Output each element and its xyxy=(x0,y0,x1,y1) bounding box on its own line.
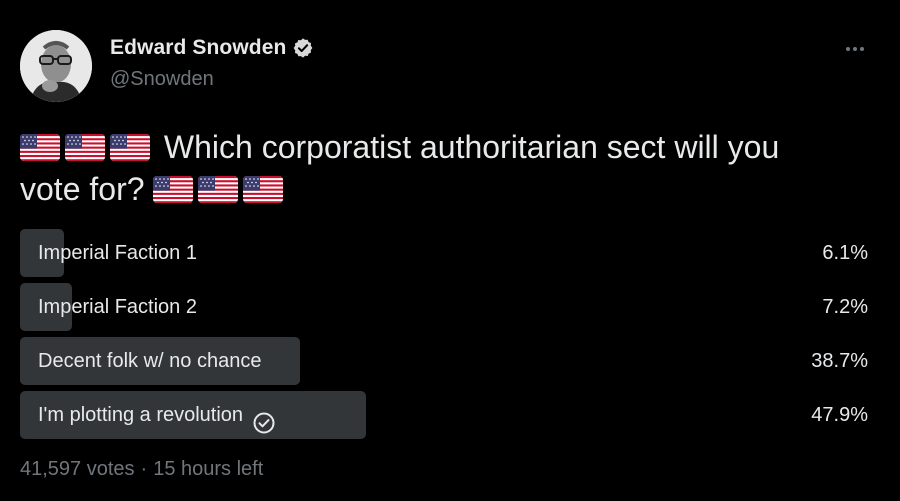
author-name-row[interactable]: Edward Snowden xyxy=(110,36,314,60)
poll-option-percent: 6.1% xyxy=(822,242,868,264)
poll-option-percent: 38.7% xyxy=(811,350,868,372)
avatar[interactable] xyxy=(20,30,92,102)
author-display-name[interactable]: Edward Snowden xyxy=(110,36,286,60)
us-flag-icon xyxy=(65,134,105,161)
author-handle[interactable]: @Snowden xyxy=(110,68,214,91)
poll-option-percent: 7.2% xyxy=(822,296,868,318)
poll-option-4[interactable]: I'm plotting a revolution 47.9% xyxy=(20,391,870,439)
time-left: 15 hours left xyxy=(153,458,264,480)
tweet-text: Which corporatist authoritarian sect wil… xyxy=(20,126,880,210)
us-flag-icon xyxy=(243,176,284,203)
poll: Imperial Faction 1 6.1% Imperial Faction… xyxy=(20,229,870,445)
us-flag-icon xyxy=(20,134,60,161)
poll-option-label: I'm plotting a revolution xyxy=(38,404,244,426)
vote-count: 41,597 votes xyxy=(20,458,135,480)
tweet-text-end: vote for? xyxy=(20,171,145,207)
us-flag-icon xyxy=(110,134,150,161)
poll-option-2[interactable]: Imperial Faction 2 7.2% xyxy=(20,283,870,331)
poll-option-3[interactable]: Decent folk w/ no chance 38.7% xyxy=(20,337,870,385)
poll-footer: 41,597 votes · 15 hours left xyxy=(20,458,263,481)
voted-check-icon xyxy=(253,404,275,434)
poll-option-percent: 47.9% xyxy=(811,404,868,426)
poll-option-label: Imperial Faction 2 xyxy=(38,296,197,318)
us-flag-icon xyxy=(153,176,194,203)
poll-option-label: Decent folk w/ no chance xyxy=(38,350,262,372)
poll-option-label: Imperial Faction 1 xyxy=(38,242,197,264)
more-options-icon[interactable] xyxy=(844,38,866,60)
poll-option-1[interactable]: Imperial Faction 1 6.1% xyxy=(20,229,870,277)
tweet-text-main: Which corporatist authoritarian sect wil… xyxy=(163,129,780,165)
us-flag-icon xyxy=(198,176,239,203)
separator: · xyxy=(140,458,148,480)
verified-badge-icon xyxy=(292,37,314,59)
